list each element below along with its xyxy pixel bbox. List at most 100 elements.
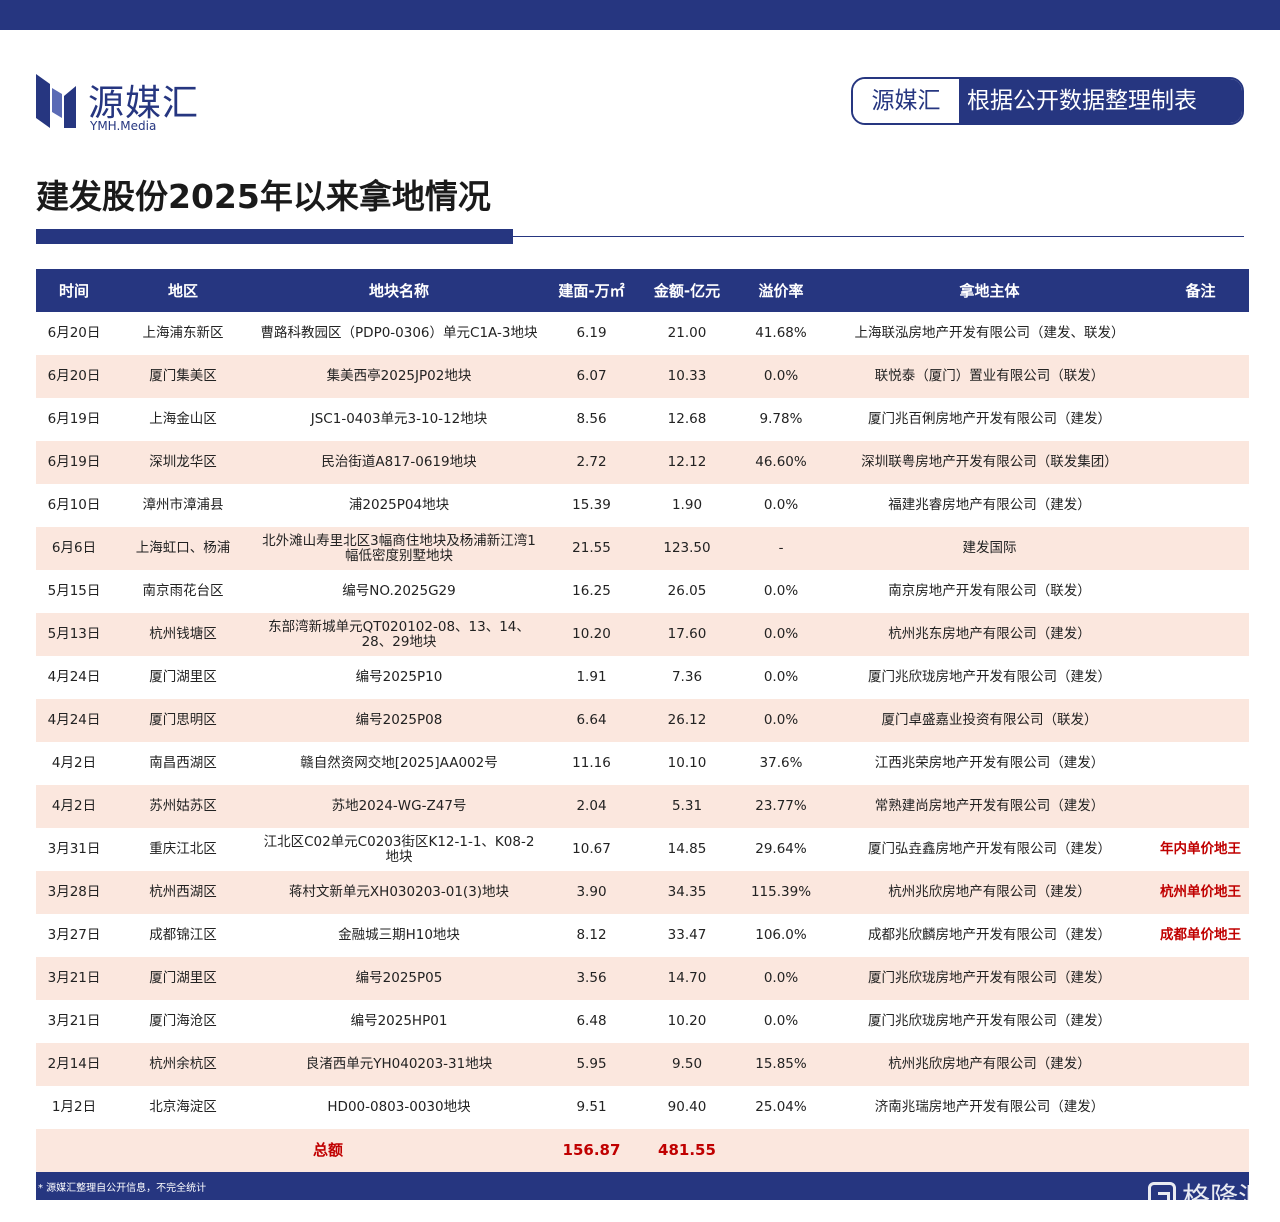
cell-plot: 集美西亭2025JP02地块 (254, 355, 544, 398)
cell-remark (1152, 742, 1249, 785)
cell-plot: 编号2025P08 (254, 699, 544, 742)
table-row: 2月14日 杭州余杭区 良渚西单元YH040203-31地块 5.95 9.50 15.8… (36, 1043, 1249, 1086)
table-row: 6月20日 厦门集美区 集美西亭2025JP02地块 6.07 10.33 0.0% 联悦泰… (36, 355, 1249, 398)
col-header-amount: 金额-亿元 (639, 269, 735, 312)
cell-plot: 编号2025HP01 (254, 1000, 544, 1043)
cell-date: 6月19日 (36, 398, 112, 441)
cell-remark (1152, 656, 1249, 699)
cell-amount: 10.20 (639, 1000, 735, 1043)
cell-remark (1152, 355, 1249, 398)
table-row: 3月21日 厦门海沧区 编号2025HP01 6.48 10.20 0.0% 厦门兆欣珑房地… (36, 1000, 1249, 1043)
cell-region: 北京海淀区 (112, 1086, 254, 1129)
cell-plot: 编号2025P05 (254, 957, 544, 1000)
cell-remark: 杭州单价地王 (1152, 871, 1249, 914)
cell-region: 南京雨花台区 (112, 570, 254, 613)
cell-remark (1152, 1043, 1249, 1086)
table-row: 3月31日 重庆江北区 江北区C02单元C0203街区K12-1-1、K08-2地块… (36, 828, 1249, 871)
cell-region: 上海虹口、杨浦 (112, 527, 254, 570)
cell-premium: 23.77% (735, 785, 827, 828)
cell-area: 10.20 (544, 613, 639, 656)
cell-buyer: 福建兆睿房地产有限公司（建发） (827, 484, 1152, 527)
cell-region: 杭州西湖区 (112, 871, 254, 914)
source-badge: 源媒汇 根据公开数据整理制表 (851, 77, 1244, 125)
cell-amount: 33.47 (639, 914, 735, 957)
table-row: 5月15日 南京雨花台区 编号NO.2025G29 16.25 26.05 0.0% 南京房… (36, 570, 1249, 613)
cell-plot: 蒋村文新单元XH030203-01(3)地块 (254, 871, 544, 914)
badge-caption: 根据公开数据整理制表 (959, 79, 1242, 123)
cell-remark (1152, 312, 1249, 355)
logo-subtext: YMH.Media (90, 119, 157, 133)
cell-remark: 年内单价地王 (1152, 828, 1249, 871)
cell-remark (1152, 527, 1249, 570)
cell-amount: 12.68 (639, 398, 735, 441)
cell-date: 3月28日 (36, 871, 112, 914)
cell-buyer: 常熟建尚房地产开发有限公司（建发） (827, 785, 1152, 828)
table-row: 4月24日 厦门思明区 编号2025P08 6.64 26.12 0.0% 厦门卓盛嘉业投资… (36, 699, 1249, 742)
cell-remark (1152, 570, 1249, 613)
cell-area: 6.19 (544, 312, 639, 355)
cell-buyer: 建发国际 (827, 527, 1152, 570)
table-row: 3月21日 厦门湖里区 编号2025P05 3.56 14.70 0.0% 厦门兆欣珑房地产… (36, 957, 1249, 1000)
cell-area: 16.25 (544, 570, 639, 613)
watermark-icon (1148, 1182, 1176, 1210)
cell-date: 6月6日 (36, 527, 112, 570)
cell-date: 6月10日 (36, 484, 112, 527)
col-header-remark: 备注 (1152, 269, 1249, 312)
cell-region: 厦门思明区 (112, 699, 254, 742)
table-row: 6月19日 上海金山区 JSC1-0403单元3-10-12地块 8.56 12.68 9… (36, 398, 1249, 441)
cell-region: 上海金山区 (112, 398, 254, 441)
cell-date: 6月19日 (36, 441, 112, 484)
cell-buyer: 厦门兆欣珑房地产开发有限公司（建发） (827, 957, 1152, 1000)
cell-amount: 1.90 (639, 484, 735, 527)
cell-area: 3.90 (544, 871, 639, 914)
cell-buyer: 南京房地产开发有限公司（联发） (827, 570, 1152, 613)
cell-premium: 106.0% (735, 914, 827, 957)
watermark-text: 格隆汇 (1182, 1181, 1267, 1214)
cell-buyer: 厦门兆欣珑房地产开发有限公司（建发） (827, 656, 1152, 699)
cell-premium: 0.0% (735, 957, 827, 1000)
cell-buyer: 江西兆荣房地产开发有限公司（建发） (827, 742, 1152, 785)
table-row: 4月2日 苏州姑苏区 苏地2024-WG-Z47号 2.04 5.31 23.77% 常熟建… (36, 785, 1249, 828)
cell-amount: 14.85 (639, 828, 735, 871)
cell-remark (1152, 398, 1249, 441)
logo: 源媒汇 YMH.Media (34, 70, 234, 133)
cell-plot: 苏地2024-WG-Z47号 (254, 785, 544, 828)
cell-plot: 金融城三期H10地块 (254, 914, 544, 957)
cell-region: 南昌西湖区 (112, 742, 254, 785)
cell-area: 3.56 (544, 957, 639, 1000)
cell-area: 21.55 (544, 527, 639, 570)
cell-date: 3月21日 (36, 957, 112, 1000)
total-empty (735, 1129, 827, 1172)
cell-remark (1152, 957, 1249, 1000)
total-empty (827, 1129, 1152, 1172)
cell-plot: 编号2025P10 (254, 656, 544, 699)
land-table: 时间 地区 地块名称 建面-万㎡ 金额-亿元 溢价率 拿地主体 备注 6月20日… (36, 269, 1249, 1172)
table-row: 4月2日 南昌西湖区 赣自然资网交地[2025]AA002号 11.16 10.10 37… (36, 742, 1249, 785)
cell-amount: 21.00 (639, 312, 735, 355)
cell-buyer: 厦门卓盛嘉业投资有限公司（联发） (827, 699, 1152, 742)
cell-buyer: 济南兆瑞房地产开发有限公司（建发） (827, 1086, 1152, 1129)
total-label: 总额 (112, 1129, 544, 1172)
cell-amount: 26.05 (639, 570, 735, 613)
cell-buyer: 成都兆欣麟房地产开发有限公司（建发） (827, 914, 1152, 957)
table-row: 4月24日 厦门湖里区 编号2025P10 1.91 7.36 0.0% 厦门兆欣珑房地产开… (36, 656, 1249, 699)
cell-area: 2.04 (544, 785, 639, 828)
cell-plot: 编号NO.2025G29 (254, 570, 544, 613)
cell-date: 4月2日 (36, 785, 112, 828)
cell-amount: 90.40 (639, 1086, 735, 1129)
cell-premium: 0.0% (735, 484, 827, 527)
cell-date: 5月13日 (36, 613, 112, 656)
total-amount: 481.55 (639, 1129, 735, 1172)
total-empty (1152, 1129, 1249, 1172)
cell-buyer: 上海联泓房地产开发有限公司（建发、联发） (827, 312, 1152, 355)
table-row: 3月27日 成都锦江区 金融城三期H10地块 8.12 33.47 106.0% 成都兆欣麟… (36, 914, 1249, 957)
col-header-buyer: 拿地主体 (827, 269, 1152, 312)
cell-plot: 东部湾新城单元QT020102-08、13、14、28、29地块 (254, 613, 544, 656)
table-row: 5月13日 杭州钱塘区 东部湾新城单元QT020102-08、13、14、28、29… (36, 613, 1249, 656)
cell-premium: 46.60% (735, 441, 827, 484)
cell-premium: 0.0% (735, 699, 827, 742)
cell-remark (1152, 1086, 1249, 1129)
cell-amount: 34.35 (639, 871, 735, 914)
cell-buyer: 厦门弘垚鑫房地产开发有限公司（建发） (827, 828, 1152, 871)
cell-area: 11.16 (544, 742, 639, 785)
